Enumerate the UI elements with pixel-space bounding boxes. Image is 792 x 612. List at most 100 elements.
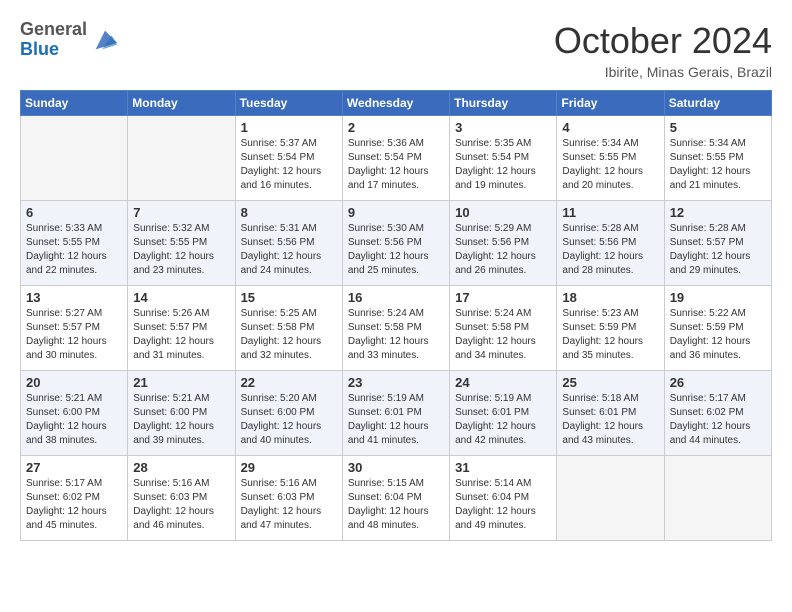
day-info: Sunrise: 5:19 AMSunset: 6:01 PMDaylight:… [455,392,551,448]
weekday-header: Tuesday [235,91,342,116]
day-info: Sunrise: 5:22 AMSunset: 5:59 PMDaylight:… [670,307,766,363]
calendar-cell: 2 Sunrise: 5:36 AMSunset: 5:54 PMDaylight… [342,116,449,201]
day-info: Sunrise: 5:34 AMSunset: 5:55 PMDaylight:… [562,137,658,193]
day-number: 12 [670,205,766,220]
calendar-cell: 26Sunrise: 5:17 AMSunset: 6:02 PMDayligh… [664,371,771,456]
day-number: 31 [455,460,551,475]
day-info: Sunrise: 5:24 AMSunset: 5:58 PMDaylight:… [455,307,551,363]
day-info: Sunrise: 5:35 AMSunset: 5:54 PMDaylight:… [455,137,551,193]
day-info: Sunrise: 5:32 AMSunset: 5:55 PMDaylight:… [133,222,229,278]
day-info: Sunrise: 5:14 AMSunset: 6:04 PMDaylight:… [455,477,551,533]
day-number: 18 [562,290,658,305]
day-number: 29 [241,460,337,475]
calendar-cell: 8 Sunrise: 5:31 AMSunset: 5:56 PMDaylight… [235,201,342,286]
logo-general: General [20,20,87,40]
calendar-week-row: 6Sunrise: 5:33 AMSunset: 5:55 PMDaylight… [21,201,772,286]
day-info: Sunrise: 5:28 AMSunset: 5:57 PMDaylight:… [670,222,766,278]
calendar-week-row: 27 Sunrise: 5:17 AMSunset: 6:02 PMDayligh… [21,456,772,541]
day-number: 10 [455,205,551,220]
calendar-cell: 6Sunrise: 5:33 AMSunset: 5:55 PMDaylight… [21,201,128,286]
day-number: 3 [455,120,551,135]
day-info: Sunrise: 5:20 AMSunset: 6:00 PMDaylight:… [241,392,337,448]
calendar-cell: 30Sunrise: 5:15 AMSunset: 6:04 PMDayligh… [342,456,449,541]
day-info: Sunrise: 5:31 AMSunset: 5:56 PMDaylight:… [241,222,337,278]
day-number: 4 [562,120,658,135]
logo-text: General Blue [20,20,87,60]
day-info: Sunrise: 5:24 AMSunset: 5:58 PMDaylight:… [348,307,444,363]
day-number: 26 [670,375,766,390]
day-number: 15 [241,290,337,305]
day-info: Sunrise: 5:17 AMSunset: 6:02 PMDaylight:… [26,477,122,533]
logo: General Blue [20,20,119,60]
calendar-cell: 12 Sunrise: 5:28 AMSunset: 5:57 PMDayligh… [664,201,771,286]
calendar-cell [557,456,664,541]
day-number: 28 [133,460,229,475]
location: Ibirite, Minas Gerais, Brazil [554,64,772,80]
calendar-cell: 22Sunrise: 5:20 AMSunset: 6:00 PMDayligh… [235,371,342,456]
calendar-cell: 18Sunrise: 5:23 AMSunset: 5:59 PMDayligh… [557,286,664,371]
day-number: 8 [241,205,337,220]
day-info: Sunrise: 5:18 AMSunset: 6:01 PMDaylight:… [562,392,658,448]
calendar-cell: 4 Sunrise: 5:34 AMSunset: 5:55 PMDaylight… [557,116,664,201]
day-info: Sunrise: 5:27 AMSunset: 5:57 PMDaylight:… [26,307,122,363]
day-number: 14 [133,290,229,305]
calendar-week-row: 1 Sunrise: 5:37 AMSunset: 5:54 PMDaylight… [21,116,772,201]
logo-blue: Blue [20,40,87,60]
weekday-header: Sunday [21,91,128,116]
day-info: Sunrise: 5:21 AMSunset: 6:00 PMDaylight:… [133,392,229,448]
calendar-cell: 9 Sunrise: 5:30 AMSunset: 5:56 PMDaylight… [342,201,449,286]
weekday-header: Saturday [664,91,771,116]
calendar-cell: 14Sunrise: 5:26 AMSunset: 5:57 PMDayligh… [128,286,235,371]
weekday-header: Friday [557,91,664,116]
calendar-cell: 5 Sunrise: 5:34 AMSunset: 5:55 PMDaylight… [664,116,771,201]
day-number: 13 [26,290,122,305]
day-number: 1 [241,120,337,135]
weekday-header: Monday [128,91,235,116]
title-block: October 2024 Ibirite, Minas Gerais, Braz… [554,20,772,80]
weekday-header: Thursday [450,91,557,116]
calendar-cell: 25Sunrise: 5:18 AMSunset: 6:01 PMDayligh… [557,371,664,456]
logo-icon [91,26,119,54]
day-info: Sunrise: 5:30 AMSunset: 5:56 PMDaylight:… [348,222,444,278]
day-number: 24 [455,375,551,390]
day-number: 7 [133,205,229,220]
day-number: 17 [455,290,551,305]
day-number: 20 [26,375,122,390]
calendar-cell: 28 Sunrise: 5:16 AMSunset: 6:03 PMDayligh… [128,456,235,541]
day-number: 27 [26,460,122,475]
day-info: Sunrise: 5:21 AMSunset: 6:00 PMDaylight:… [26,392,122,448]
day-number: 16 [348,290,444,305]
day-info: Sunrise: 5:28 AMSunset: 5:56 PMDaylight:… [562,222,658,278]
calendar-cell [664,456,771,541]
day-info: Sunrise: 5:34 AMSunset: 5:55 PMDaylight:… [670,137,766,193]
day-info: Sunrise: 5:37 AMSunset: 5:54 PMDaylight:… [241,137,337,193]
calendar-cell: 17 Sunrise: 5:24 AMSunset: 5:58 PMDayligh… [450,286,557,371]
day-number: 5 [670,120,766,135]
day-number: 2 [348,120,444,135]
day-info: Sunrise: 5:16 AMSunset: 6:03 PMDaylight:… [133,477,229,533]
calendar-cell: 15 Sunrise: 5:25 AMSunset: 5:58 PMDayligh… [235,286,342,371]
day-number: 19 [670,290,766,305]
calendar-cell: 20 Sunrise: 5:21 AMSunset: 6:00 PMDayligh… [21,371,128,456]
calendar-cell: 23Sunrise: 5:19 AMSunset: 6:01 PMDayligh… [342,371,449,456]
day-info: Sunrise: 5:16 AMSunset: 6:03 PMDaylight:… [241,477,337,533]
calendar-cell: 10Sunrise: 5:29 AMSunset: 5:56 PMDayligh… [450,201,557,286]
day-info: Sunrise: 5:36 AMSunset: 5:54 PMDaylight:… [348,137,444,193]
weekday-header-row: SundayMondayTuesdayWednesdayThursdayFrid… [21,91,772,116]
weekday-header: Wednesday [342,91,449,116]
day-info: Sunrise: 5:19 AMSunset: 6:01 PMDaylight:… [348,392,444,448]
day-number: 11 [562,205,658,220]
calendar-cell: 21Sunrise: 5:21 AMSunset: 6:00 PMDayligh… [128,371,235,456]
calendar-table: SundayMondayTuesdayWednesdayThursdayFrid… [20,90,772,541]
day-number: 9 [348,205,444,220]
day-info: Sunrise: 5:15 AMSunset: 6:04 PMDaylight:… [348,477,444,533]
calendar-cell: 7 Sunrise: 5:32 AMSunset: 5:55 PMDaylight… [128,201,235,286]
calendar-cell: 24 Sunrise: 5:19 AMSunset: 6:01 PMDayligh… [450,371,557,456]
calendar-cell: 29 Sunrise: 5:16 AMSunset: 6:03 PMDayligh… [235,456,342,541]
calendar-week-row: 13 Sunrise: 5:27 AMSunset: 5:57 PMDayligh… [21,286,772,371]
calendar-cell: 27 Sunrise: 5:17 AMSunset: 6:02 PMDayligh… [21,456,128,541]
calendar-cell: 1 Sunrise: 5:37 AMSunset: 5:54 PMDaylight… [235,116,342,201]
day-number: 6 [26,205,122,220]
day-info: Sunrise: 5:25 AMSunset: 5:58 PMDaylight:… [241,307,337,363]
calendar-week-row: 20 Sunrise: 5:21 AMSunset: 6:00 PMDayligh… [21,371,772,456]
